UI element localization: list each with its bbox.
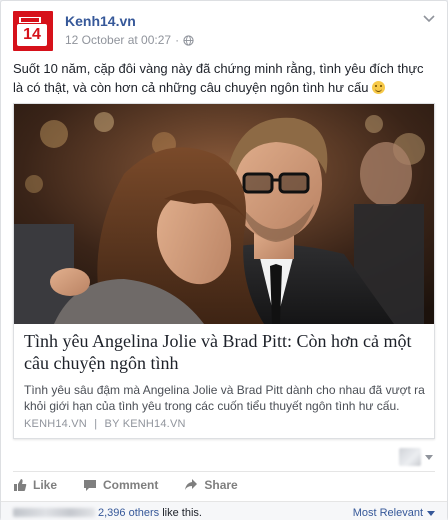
source-by: BY bbox=[104, 418, 120, 430]
post-actions-bar: Like Comment Share bbox=[13, 475, 264, 495]
smile-emoji-icon bbox=[372, 81, 386, 94]
comment-icon bbox=[84, 480, 97, 491]
comment-sort-dropdown[interactable]: Most Relevant bbox=[353, 507, 435, 519]
chevron-down-icon bbox=[427, 510, 435, 516]
share-button[interactable]: Share bbox=[184, 475, 247, 495]
source-author-link[interactable]: KENH14.VN bbox=[123, 418, 186, 430]
sort-label: Most Relevant bbox=[352, 507, 423, 519]
blurred-friend-names bbox=[13, 508, 95, 517]
avatar-badge bbox=[19, 17, 41, 23]
like-button[interactable]: Like bbox=[13, 475, 67, 495]
likes-summary-bar: 2,396 others like this. Most Relevant bbox=[1, 501, 447, 520]
post-header: 14 Kenh14.vn 12 October at 00:27 · bbox=[13, 11, 435, 51]
likes-suffix: like this. bbox=[159, 507, 202, 519]
post-meta: 12 October at 00:27 · bbox=[65, 33, 194, 47]
like-label: Like bbox=[33, 478, 58, 492]
chevron-down-icon[interactable] bbox=[425, 455, 433, 460]
post-timestamp[interactable]: 12 October at 00:27 bbox=[65, 33, 171, 47]
news-feed-post: 14 Kenh14.vn 12 October at 00:27 · Suốt … bbox=[0, 0, 448, 520]
link-preview-source: KENH14.VN | BY KENH14.VN bbox=[24, 418, 186, 430]
source-separator: | bbox=[94, 418, 98, 430]
avatar-number: 14 bbox=[17, 24, 47, 46]
share-label: Share bbox=[204, 478, 238, 492]
comment-label: Comment bbox=[103, 478, 159, 492]
like-icon bbox=[14, 479, 27, 491]
blurred-avatar[interactable] bbox=[399, 448, 421, 466]
page-name-link[interactable]: Kenh14.vn bbox=[65, 13, 136, 29]
share-icon bbox=[185, 479, 198, 490]
likes-summary: 2,396 others like this. bbox=[98, 507, 202, 519]
chevron-down-icon[interactable] bbox=[423, 15, 435, 23]
post-message: Suốt 10 năm, cặp đôi vàng này đã chứng m… bbox=[13, 59, 431, 97]
post-message-text: Suốt 10 năm, cặp đôi vàng này đã chứng m… bbox=[13, 61, 424, 95]
globe-icon[interactable] bbox=[183, 34, 194, 46]
link-preview-body: Tình yêu Angelina Jolie và Brad Pitt: Cò… bbox=[24, 330, 426, 414]
comment-button[interactable]: Comment bbox=[83, 475, 168, 495]
page-avatar[interactable]: 14 bbox=[13, 11, 53, 51]
meta-separator: · bbox=[175, 33, 180, 47]
link-preview-card[interactable]: Tình yêu Angelina Jolie và Brad Pitt: Cò… bbox=[13, 103, 435, 439]
link-preview-description: Tình yêu sâu đậm mà Angelina Jolie và Br… bbox=[24, 383, 425, 413]
couple-photo bbox=[14, 104, 434, 324]
likes-others-link[interactable]: 2,396 others bbox=[98, 507, 159, 519]
link-preview-title[interactable]: Tình yêu Angelina Jolie và Brad Pitt: Cò… bbox=[24, 330, 426, 374]
source-domain: KENH14.VN bbox=[24, 418, 87, 430]
link-preview-image[interactable] bbox=[14, 104, 434, 324]
actions-divider bbox=[13, 471, 435, 472]
